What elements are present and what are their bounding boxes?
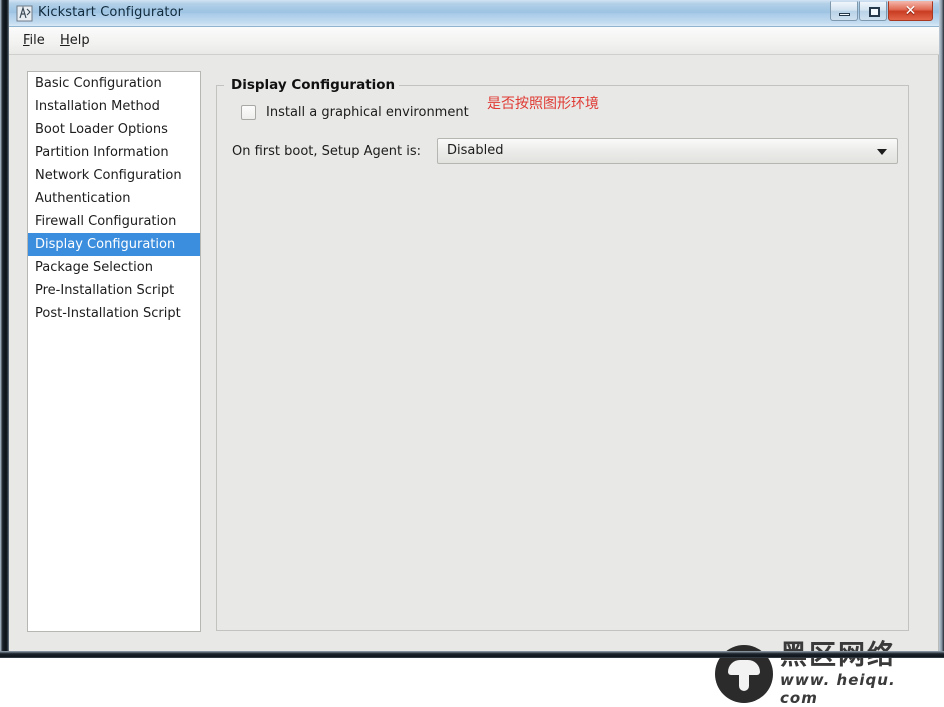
sidebar-item-firewall-configuration[interactable]: Firewall Configuration — [28, 210, 200, 233]
menu-item-file[interactable]: File — [19, 32, 49, 49]
window-controls: ✕ — [829, 1, 933, 21]
maximize-icon — [869, 7, 880, 17]
setup-agent-label: On first boot, Setup Agent is: — [232, 143, 422, 159]
menu-bar: File Help — [9, 27, 939, 55]
window-bottom-edge — [0, 651, 944, 658]
window-right-edge — [939, 0, 944, 658]
app-icon — [16, 5, 33, 22]
annotation-text: 是否按照图形环境 — [487, 96, 599, 112]
sidebar-item-basic-configuration[interactable]: Basic Configuration — [28, 72, 200, 95]
setup-agent-value: Disabled — [447, 143, 504, 158]
sidebar-item-pre-installation-script[interactable]: Pre-Installation Script — [28, 279, 200, 302]
setup-agent-row: On first boot, Setup Agent is: Disabled — [232, 138, 898, 164]
watermark-url: www. heiqu. com — [780, 671, 896, 707]
sidebar-item-post-installation-script[interactable]: Post-Installation Script — [28, 302, 200, 325]
sidebar-item-network-configuration[interactable]: Network Configuration — [28, 164, 200, 187]
sidebar-item-partition-information[interactable]: Partition Information — [28, 141, 200, 164]
menu-item-help[interactable]: Help — [56, 32, 94, 49]
mushroom-stem — [739, 672, 749, 691]
title-bar: Kickstart Configurator ✕ — [9, 0, 939, 27]
group-title: Display Configuration — [227, 77, 400, 93]
sidebar-list[interactable]: Basic Configuration Installation Method … — [27, 71, 201, 632]
group-frame-top-left — [216, 85, 224, 86]
sidebar-item-authentication[interactable]: Authentication — [28, 187, 200, 210]
window-title: Kickstart Configurator — [38, 5, 184, 20]
close-button[interactable]: ✕ — [888, 1, 933, 21]
chevron-down-icon — [877, 149, 887, 155]
window-left-edge — [0, 0, 9, 658]
sidebar-item-boot-loader-options[interactable]: Boot Loader Options — [28, 118, 200, 141]
setup-agent-dropdown[interactable]: Disabled — [437, 138, 898, 164]
install-graphical-environment-label: Install a graphical environment — [266, 105, 469, 120]
display-configuration-group: Display Configuration Install a graphica… — [216, 75, 909, 631]
maximize-button[interactable] — [859, 1, 887, 21]
group-frame — [216, 85, 909, 631]
group-frame-top-right — [392, 85, 909, 86]
application-window: Kickstart Configurator ✕ File Help Basic… — [0, 0, 944, 707]
graphical-environment-row[interactable]: Install a graphical environment — [241, 105, 469, 120]
sidebar-item-installation-method[interactable]: Installation Method — [28, 95, 200, 118]
sidebar-item-display-configuration[interactable]: Display Configuration — [28, 233, 200, 256]
minimize-button[interactable] — [830, 1, 858, 21]
install-graphical-environment-checkbox[interactable] — [241, 105, 256, 120]
minimize-icon — [839, 13, 850, 16]
sidebar-item-package-selection[interactable]: Package Selection — [28, 256, 200, 279]
close-icon: ✕ — [904, 3, 917, 19]
client-area: Basic Configuration Installation Method … — [9, 55, 939, 707]
